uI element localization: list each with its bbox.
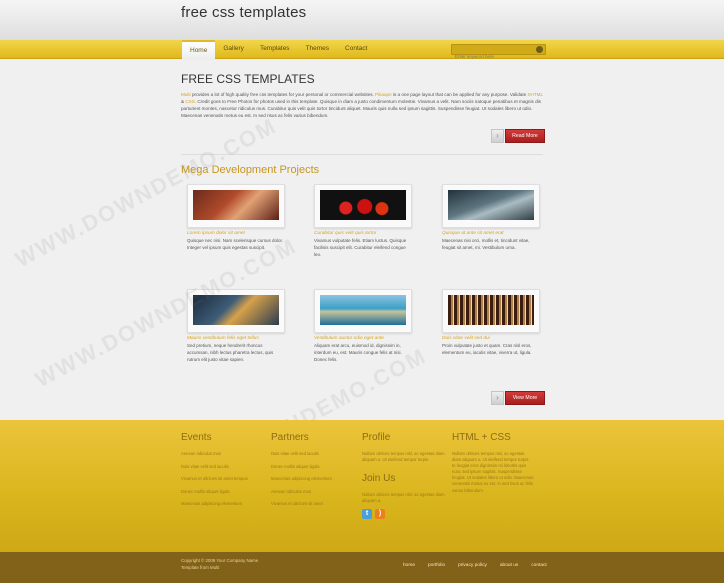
project-image	[193, 295, 279, 325]
section-title: Mega Development Projects	[181, 164, 320, 176]
project-title[interactable]: Quisque at ante sit amet erat	[442, 231, 542, 236]
nav-item-templates[interactable]: Templates	[252, 40, 298, 60]
arrow-right-icon[interactable]: ›	[491, 129, 504, 143]
twitter-icon[interactable]: t	[362, 509, 372, 520]
bottom-link-home[interactable]: home	[403, 563, 415, 568]
project-thumbnail[interactable]	[442, 184, 540, 228]
main-nav: Home Gallery Templates Themes Contact	[182, 40, 375, 60]
bottom-link-about[interactable]: about us	[500, 563, 518, 568]
join-text: Nullam ultrices tempus nisl, ac egestas …	[362, 492, 445, 504]
footer-link[interactable]: Aenean ridiculus mus	[271, 489, 355, 495]
footer-heading: Partners	[271, 432, 309, 443]
template-credit[interactable]: Template from Multi	[181, 564, 258, 571]
project-text: Proin vulputate justo et quam. Cras nisl…	[442, 343, 532, 355]
project-title[interactable]: Duis vitae velit sed dui	[442, 336, 542, 341]
project-image	[320, 190, 406, 220]
project-text: Aliquam erat arcu, euismod id, dignissim…	[314, 343, 402, 362]
footer-link[interactable]: Maecenas adipiscing elementum	[271, 476, 355, 482]
profile-text: Nullam ultrices tempus nisl, ac egestas …	[362, 451, 445, 463]
html-css-text: Nullam ultrices tempus nisl, ac egestas …	[452, 451, 534, 493]
footer-link[interactable]: Duis vitae velit sed iaculis	[181, 464, 265, 470]
footer-html-css: HTML + CSS Nullam ultrices tempus nisl, …	[452, 432, 534, 494]
project-title[interactable]: Mauris vestibulum felis eget tellus	[187, 336, 287, 341]
footer-events: Events Aenean ridiculus mus Duis vitae v…	[181, 432, 265, 514]
bottom-bar	[0, 552, 724, 583]
bottom-link-portfolio[interactable]: portfolio	[428, 563, 445, 568]
bottom-link-contact[interactable]: contact	[531, 563, 546, 568]
nav-item-themes[interactable]: Themes	[298, 40, 337, 60]
intro-link-multi[interactable]: Multi	[181, 92, 191, 97]
footer-link[interactable]: Vivamus et ultricies sit amet tempus	[181, 476, 265, 482]
intro-text: provides a lot of high quality free css …	[190, 92, 376, 97]
project-image	[193, 190, 279, 220]
join-heading: Join Us	[362, 473, 396, 485]
project-thumbnail[interactable]	[187, 184, 285, 228]
read-more-button[interactable]: Read More	[505, 129, 545, 143]
rss-icon[interactable]: )	[375, 509, 385, 520]
social-links: t )	[362, 509, 446, 520]
nav-item-contact[interactable]: Contact	[337, 40, 375, 60]
project-thumbnail[interactable]	[314, 184, 412, 228]
nav-bar: Home Gallery Templates Themes Contact	[0, 40, 724, 61]
bottom-nav: home portfolio privacy policy about us c…	[403, 563, 560, 568]
site-title[interactable]: free css templates	[181, 4, 306, 21]
nav-item-home[interactable]: Home	[182, 40, 216, 60]
project-thumbnail[interactable]	[314, 289, 412, 333]
footer-link[interactable]: Donec mollis aliquet ligula	[271, 464, 355, 470]
intro-text: . Credit goes to Free Photos for photos …	[181, 99, 541, 118]
search-box	[451, 44, 546, 61]
project-title[interactable]: Curabitur quis velit quis tortor	[314, 231, 414, 236]
footer-profile: Profile Nullam ultrices tempus nisl, ac …	[362, 432, 446, 520]
project-image	[448, 295, 534, 325]
project-image	[320, 295, 406, 325]
footer-link[interactable]: Vivamus et ultricies sit amet	[271, 501, 355, 507]
project-text: Vivamus vulputate felis. Etiam luctus. Q…	[314, 238, 407, 257]
intro-link-xhtml[interactable]: XHTML	[527, 92, 542, 97]
view-more: › View More	[491, 391, 557, 405]
view-more-button[interactable]: View More	[505, 391, 545, 405]
project-thumbnail[interactable]	[187, 289, 285, 333]
intro-link-pikaape[interactable]: Pikaape	[375, 92, 392, 97]
footer-partners: Partners Duis vitae velit sed iaculis Do…	[271, 432, 355, 514]
copyright-line: Copyright © 2009 Your Company Name	[181, 558, 259, 563]
arrow-right-icon[interactable]: ›	[491, 391, 504, 405]
project-text: Quisque nec nisi. Nam scelerisque cursus…	[187, 238, 284, 250]
divider	[181, 154, 543, 155]
project-thumbnail[interactable]	[442, 289, 540, 333]
copyright: Copyright © 2009 Your Company Name Templ…	[181, 557, 258, 571]
footer-link[interactable]: Maecenas adipiscing elementum	[181, 501, 265, 507]
project-title[interactable]: Vestibulum auctor odio eget ante	[314, 336, 414, 341]
intro-text: is a one page layout that can be applied…	[391, 92, 528, 97]
nav-item-gallery[interactable]: Gallery	[215, 40, 252, 60]
intro-paragraph: Multi provides a lot of high quality fre…	[181, 91, 543, 119]
footer-heading: Events	[181, 432, 212, 443]
header: free css templates	[0, 0, 724, 40]
bottom-link-privacy[interactable]: privacy policy	[458, 563, 487, 568]
project-title[interactable]: Lorem ipsum dolor sit amet	[187, 231, 287, 236]
footer-link[interactable]: Donec mollis aliquet ligula	[181, 489, 265, 495]
project-text: Sed pretium, neque hendrerit rhoncus acc…	[187, 343, 274, 362]
project-image	[448, 190, 534, 220]
footer-link[interactable]: Aenean ridiculus mus	[181, 451, 265, 457]
footer-heading: Profile	[362, 432, 391, 443]
footer-heading: HTML + CSS	[452, 432, 511, 443]
page-title: FREE CSS TEMPLATES	[181, 72, 315, 86]
search-input[interactable]	[452, 52, 535, 61]
intro-link-css[interactable]: CSS	[185, 99, 194, 104]
project-text: Maecenas nisi orci, mollis et, tincidunt…	[442, 238, 530, 250]
footer-link[interactable]: Duis vitae velit sed iaculis	[271, 451, 355, 457]
read-more: › Read More	[491, 129, 557, 143]
search-icon[interactable]	[536, 46, 543, 53]
